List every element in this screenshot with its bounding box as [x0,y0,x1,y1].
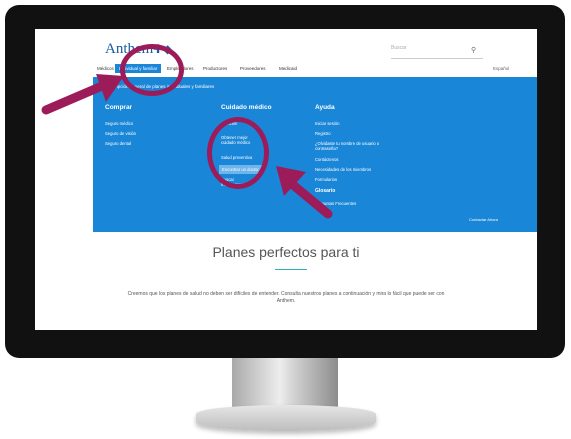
menu-item[interactable]: ¿Olvidaste tu nombre de usuario o contra… [315,141,385,151]
menu-item[interactable]: Seguro dental [105,141,131,146]
page-headline: Planes perfectos para ti [212,244,360,260]
monitor-stand-base [196,405,376,431]
menu-item[interactable]: Registro [315,131,331,136]
column-title-ayuda: Ayuda [315,104,335,111]
highlight-circle-doctor [207,117,269,189]
nav-item-productores[interactable]: Productores [203,66,227,71]
search-icon[interactable]: ⚲ [471,46,476,54]
menu-item[interactable]: Seguro médico [105,121,133,126]
nav-item-proveedores[interactable]: Proveedores [240,66,266,71]
menu-item[interactable]: Iniciar sesión [315,121,339,126]
monitor-stand-neck [232,358,338,410]
page-description: Creemos que los planes de salud no deben… [127,291,445,304]
search-input[interactable]: Buscar [391,45,483,59]
headline-divider [275,269,307,270]
language-link[interactable]: Español [493,66,509,71]
column-title-cuidado-medico: Cuidado médico [221,104,272,111]
site-header: Anthem ✚◆ Buscar ⚲ Médicos Individual y … [35,29,537,73]
menu-item[interactable]: Seguro de visión [105,131,136,136]
annotation-arrow-doctor [276,166,333,219]
nav-item-medicaid[interactable]: Medicaid [279,66,297,71]
annotation-arrow-nav [41,74,124,115]
contact-link[interactable]: Contactar Ahora [469,217,498,222]
